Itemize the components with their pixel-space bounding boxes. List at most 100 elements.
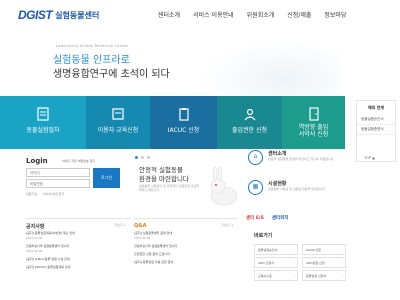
post-title: [공지] 동물실험계획서(변경) 제출 안내 [26,231,75,235]
shortcut-item[interactable]: LMO실험 신청 › [302,257,346,268]
quick-item-label: IACUC 신청 [167,127,200,134]
top-button[interactable]: TOP ▲ [364,156,375,160]
more-link[interactable]: 더보기 + [114,223,126,227]
rabbit-image [210,166,238,206]
quick-item-education[interactable]: 이용자 교육신청 [86,96,150,149]
info-title: 시설현황 [268,181,287,187]
shortcut-label: LMO 신청서 [258,260,274,265]
info-title: 센터소개 [268,151,287,157]
shortcut-label: 교육이수증 [258,273,272,278]
side-quick-item[interactable]: 동물실험승인서 [357,115,395,125]
building-icon: ⌂ [248,150,263,165]
quick-menu: 동물실험절차 이용자 교육신청 IACUC 신청 출입권한 신청 역방향 출입 … [0,96,345,149]
info-center-intro[interactable]: ⌂ 센터소개 안정적 실험동물 환경을 마련하고 연구를 지원합니다 [246,150,346,170]
info-panel: ⌂ 센터소개 안정적 실험동물 환경을 마련하고 연구를 지원합니다 ▦ 시설현… [246,150,346,200]
login-id-input[interactable] [26,168,90,177]
post-title: 출입권한 신청 문의 드립니다 [134,252,170,256]
find-account-link[interactable]: 아이디/비번 찾기 [43,192,64,196]
chevron-right-icon: › [341,247,343,252]
shortcut-label: 동물실험 신청서 [306,273,327,278]
pager-dot[interactable] [135,156,138,159]
board-post[interactable]: [공지] [LMO] 동물 실험 시설 안내 [26,257,126,261]
post-title: [공지] 동물실험 이용 관련 문의 [134,260,174,264]
chevron-right-icon: › [293,273,295,278]
banner-links: 센터 E/S 센터외치 [246,215,346,225]
shortcut-label: IACUC신청 [306,247,321,252]
facility-icon: ▦ [248,180,263,195]
board-post[interactable]: [공지] 동물실험 이용 관련 문의 [134,260,234,264]
promo-description: 실험동물 사육관리 및 안정적인 실험환경 조성을 위해 노력합니다 [139,184,199,192]
banner-link[interactable]: 센터외치 [272,215,289,225]
quick-item-label: 역방향 출입 서약서 신청 [298,124,329,138]
nav-item-info[interactable]: 정보마당 [324,10,346,19]
nav-item-committee[interactable]: 위원회소개 [247,10,275,19]
quick-item-label: 이용자 교육신청 [97,127,139,134]
board-post[interactable]: [공지] [IACUC] 동물실험계획 안내 [26,265,126,269]
login-box: Login 아이디 저장 비밀번호 찾기 로그인 회원가입 아이디/비번 찾기 [22,154,126,204]
login-options[interactable]: 아이디 저장 비밀번호 찾기 [62,159,95,163]
banner-link[interactable]: 센터 E/S [246,215,264,225]
post-title: [공지] 실험동물센터 운영 안내 [134,231,173,235]
shortcut-item[interactable]: 교육이수증 › [254,270,298,281]
post-date: 2015-05-06 [26,249,43,253]
logo[interactable]: DGIST 실험동물센터 [18,8,99,22]
board-post[interactable]: [공지] 동물실험계획서(변경) 제출 안내 2015-05-06 [26,231,126,240]
pager-dot[interactable] [147,156,150,159]
post-date: 2015-05-06 [134,236,151,240]
document-icon [37,107,49,121]
shortcut-grid: 동물실험승인서 › IACUC신청 › LMO 신청서 › LMO실험 신청 › 교육이… [254,244,346,281]
chevron-right-icon: › [341,260,343,265]
quick-item-label: 출입권한 신청 [231,127,268,134]
board-post[interactable]: 안녕하십니까 실험동물센터 입니다 [134,244,234,248]
board-post[interactable]: 안녕하십니까 실험동물센터 입니다 2015-05-06 [26,244,126,253]
post-title: [공지] [LMO] 동물 실험 시설 안내 [26,257,70,261]
book-icon [112,108,124,120]
shortcut-item[interactable]: LMO 신청서 › [254,257,298,268]
chevron-right-icon: › [293,247,295,252]
quick-item-pledge[interactable]: 역방향 출입 서약서 신청 [282,96,345,149]
shortcut-item[interactable]: 동물실험승인서 › [254,244,298,255]
signup-link[interactable]: 회원가입 [26,192,37,196]
board-post[interactable]: [공지] 실험동물센터 운영 안내 2015-05-06 [134,231,234,240]
board-post[interactable]: 출입권한 신청 문의 드립니다 [134,252,234,256]
shortcut-item[interactable]: IACUC신청 › [302,244,346,255]
login-button[interactable]: 로그인 [93,168,120,188]
nav-item-center-intro[interactable]: 센터소개 [158,10,180,19]
login-title: Login [26,157,48,165]
hero-headline-1: 실험동물 인프라로 [53,55,130,66]
side-quick-item[interactable]: 동물실험증명서 [357,125,395,135]
hero-headline-2: 생명융합연구에 초석이 되다 [53,69,170,80]
shortcut-panel: 바로가기 동물실험승인서 › IACUC신청 › LMO 신청서 › LMO실험 신청… [254,232,346,298]
shortcut-item[interactable]: 동물실험 신청서 › [302,270,346,281]
nav-item-service-guide[interactable]: 서비스 이용안내 [193,10,234,19]
nav-item-application[interactable]: 신청/제출 [287,10,311,19]
shortcut-label: LMO실험 신청 [306,260,325,265]
post-date: 2015-05-06 [26,236,43,240]
info-facility[interactable]: ▦ 시설현황 실험동물 사육실 및 실험실 현황을 안내합니다 [246,180,346,200]
post-title: 안녕하십니까 실험동물센터 입니다 [26,244,70,248]
quick-item-label: 동물실험절차 [26,127,60,134]
logo-text: 실험동물센터 [55,10,100,20]
info-desc: 안정적 실험동물 환경을 마련하고 연구를 지원합니다 [268,157,334,161]
hero-banner: Laboratory Animal Resource Center 실험동물 인… [0,30,345,96]
hero-english-caption: Laboratory Animal Resource Center [56,44,129,48]
quick-item-iacuc[interactable]: IACUC 신청 [150,96,217,149]
side-quick-title: 해외 연계 [367,105,385,110]
qna-board: Q&A 더보기 + [공지] 실험동물센터 운영 안내 2015-05-06 안녕… [134,218,238,296]
id-card-icon [244,108,255,121]
login-links: 회원가입 아이디/비번 찾기 [26,192,64,196]
logo-mark: DGIST [18,8,53,22]
promo-panel: 안정적 실험동물 환경을 마련합니다 실험동물 사육관리 및 안정적인 실험환경… [132,152,242,206]
chevron-right-icon: › [293,260,295,265]
post-title: [공지] [IACUC] 동물실험계획 안내 [26,265,71,269]
door-icon [308,107,319,121]
hero-decoration [200,40,340,96]
main-nav: 센터소개 서비스 이용안내 위원회소개 신청/제출 정보마당 [158,10,346,19]
shortcut-title: 바로가기 [254,233,273,239]
more-link[interactable]: 더보기 + [222,223,234,227]
quick-item-access[interactable]: 출입권한 신청 [217,96,282,149]
promo-pager[interactable] [135,156,150,159]
login-password-input[interactable] [26,179,90,188]
pager-dot[interactable] [141,156,144,159]
quick-item-procedure[interactable]: 동물실험절차 [0,96,86,149]
